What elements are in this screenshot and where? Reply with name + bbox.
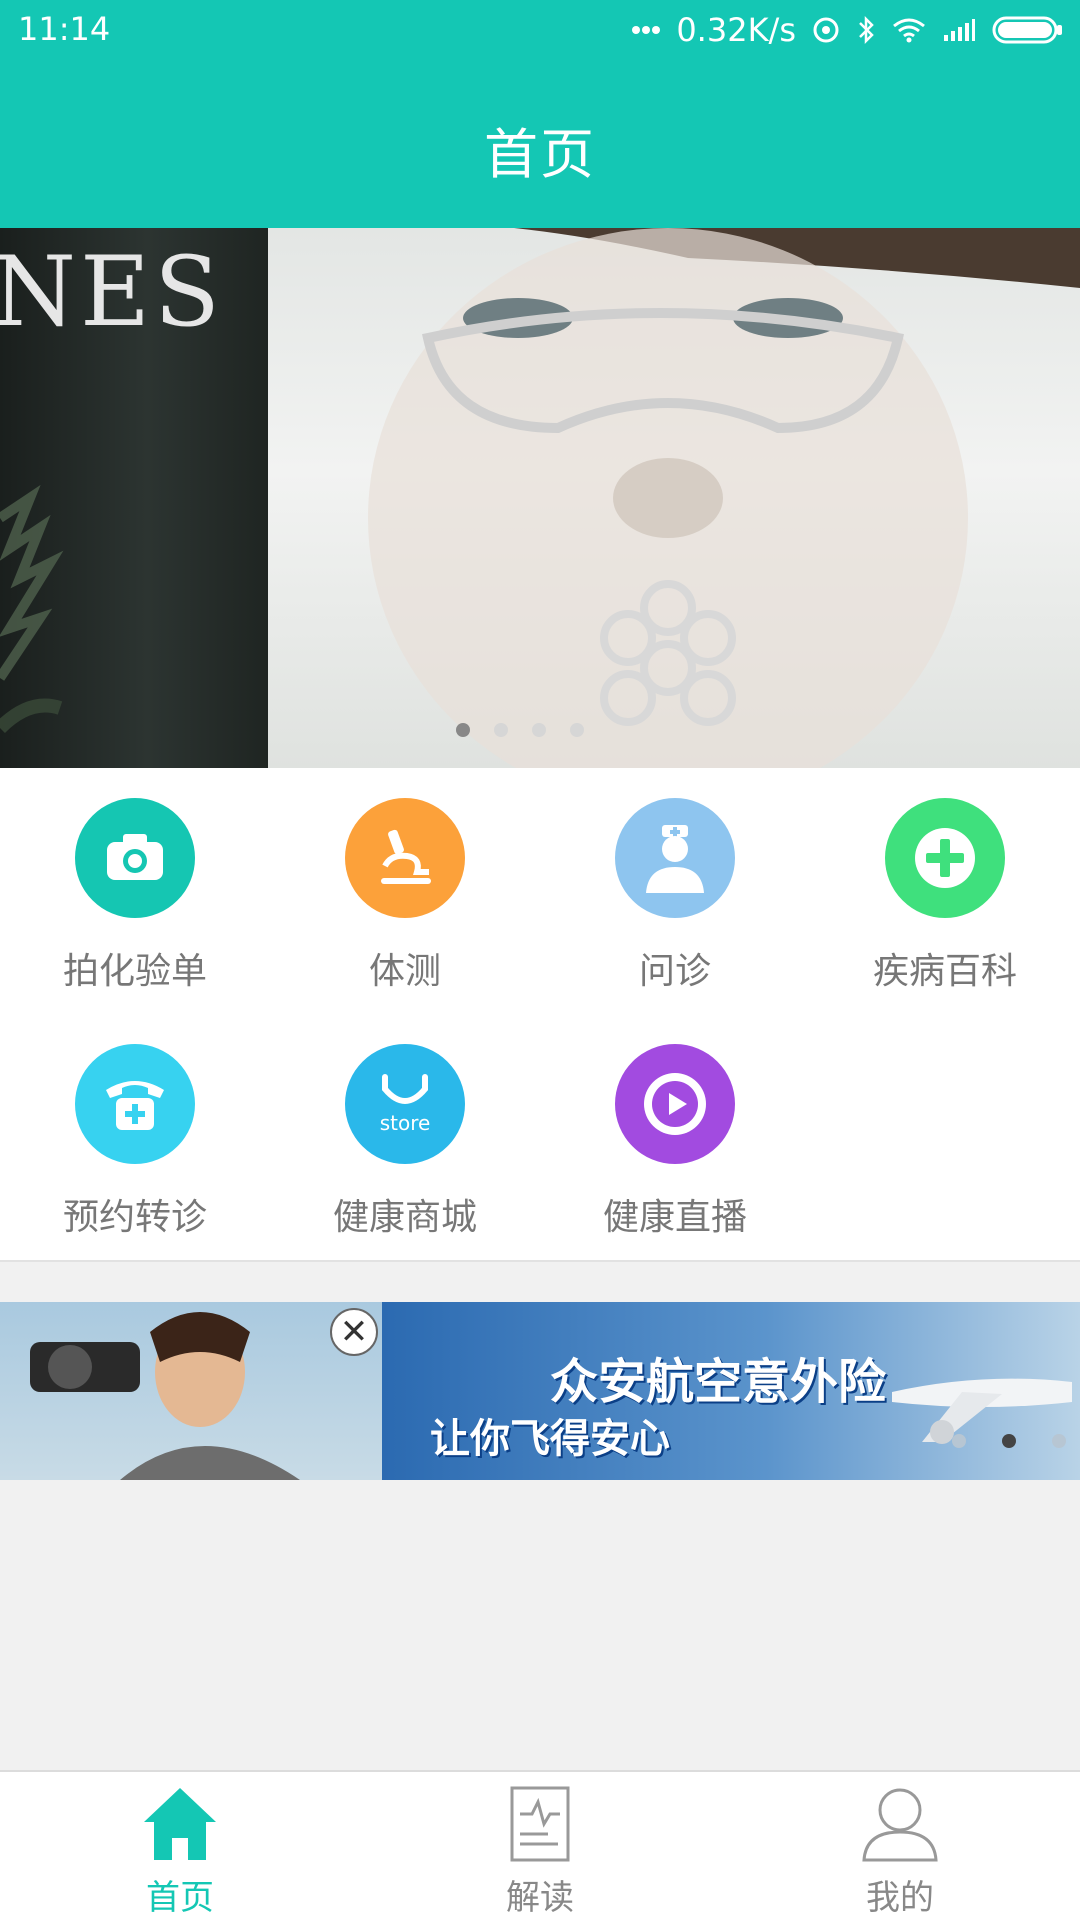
doctor-icon	[615, 798, 735, 918]
grid-item-appointment[interactable]: 预约转诊	[0, 1014, 270, 1238]
store-icon: store	[345, 1044, 465, 1164]
signal-icon	[942, 17, 976, 43]
microscope-icon	[345, 798, 465, 918]
tab-label: 我的	[866, 1878, 934, 1918]
bottom-nav: 首页 解读 我的	[0, 1770, 1080, 1922]
grid-item-body-test[interactable]: 体测	[270, 768, 540, 992]
grid-item-lab-report[interactable]: 拍化验单	[0, 768, 270, 992]
ad-headline: 众安航空意外险	[550, 1354, 887, 1410]
grid-label: 健康商城	[332, 1197, 477, 1238]
app-header: 11:14 0.32K/s 首页	[0, 0, 1080, 228]
play-icon	[615, 1044, 735, 1164]
banner-image-previous[interactable]: NES	[0, 228, 268, 768]
pagination-dot[interactable]	[532, 723, 546, 737]
banner-face-illustration	[328, 228, 1080, 768]
camera-icon	[75, 798, 195, 918]
tab-home[interactable]: 首页	[0, 1772, 360, 1922]
status-time: 11:14	[18, 10, 111, 48]
hotspot-icon	[812, 16, 840, 44]
store-text: store	[379, 1111, 431, 1135]
grid-label: 健康直播	[602, 1197, 747, 1238]
pagination-dot[interactable]	[1002, 1434, 1016, 1448]
ad-subheadline: 让你飞得安心	[430, 1416, 670, 1462]
pagination-dot[interactable]	[570, 723, 584, 737]
plus-icon	[885, 798, 1005, 918]
battery-icon	[992, 15, 1064, 45]
grid-label: 预约转诊	[62, 1197, 207, 1238]
pagination-dot[interactable]	[456, 723, 470, 737]
dots-icon	[632, 25, 661, 35]
bluetooth-icon	[856, 15, 876, 45]
ad-close-button[interactable]: ✕	[330, 1308, 378, 1356]
banner-carousel[interactable]: NES	[0, 228, 1080, 768]
grid-item-consult[interactable]: 问诊	[540, 768, 810, 992]
phone-icon	[75, 1044, 195, 1164]
pagination-dot[interactable]	[1052, 1434, 1066, 1448]
ad-banner[interactable]: 众安航空意外险 让你飞得安心 ✕	[0, 1302, 1080, 1480]
banner-left-illustration	[0, 484, 64, 734]
tab-label: 首页	[146, 1878, 214, 1918]
pagination-dot[interactable]	[952, 1434, 966, 1448]
function-grid: 拍化验单 体测 问诊 疾病百科 预约转诊 store 健康商城 健康直播	[0, 768, 1080, 1262]
grid-label: 体测	[368, 951, 441, 992]
grid-label: 疾病百科	[872, 951, 1017, 992]
ad-image-insurance: 众安航空意外险 让你飞得安心	[382, 1302, 1080, 1480]
status-icons: 0.32K/s	[632, 10, 1064, 50]
pagination-dot[interactable]	[494, 723, 508, 737]
grid-label: 问诊	[638, 951, 711, 992]
report-icon	[360, 1784, 720, 1864]
banner-image-current[interactable]	[268, 228, 1080, 768]
user-icon	[720, 1784, 1080, 1864]
home-icon	[0, 1784, 360, 1864]
grid-item-disease-wiki[interactable]: 疾病百科	[810, 768, 1080, 992]
grid-label: 拍化验单	[62, 951, 207, 992]
ad-image-photographer	[0, 1302, 382, 1480]
grid-item-health-live[interactable]: 健康直播	[540, 1014, 810, 1238]
ad-pagination	[952, 1434, 1066, 1448]
banner-pagination	[456, 723, 584, 737]
ad-photographer-illustration	[30, 1312, 300, 1480]
page-title: 首页	[484, 123, 596, 186]
grid-item-health-store[interactable]: store 健康商城	[270, 1014, 540, 1238]
network-speed: 0.32K/s	[676, 11, 796, 49]
tab-label: 解读	[506, 1878, 574, 1918]
tab-profile[interactable]: 我的	[720, 1772, 1080, 1922]
tab-interpret[interactable]: 解读	[360, 1772, 720, 1922]
wifi-icon	[892, 17, 926, 43]
